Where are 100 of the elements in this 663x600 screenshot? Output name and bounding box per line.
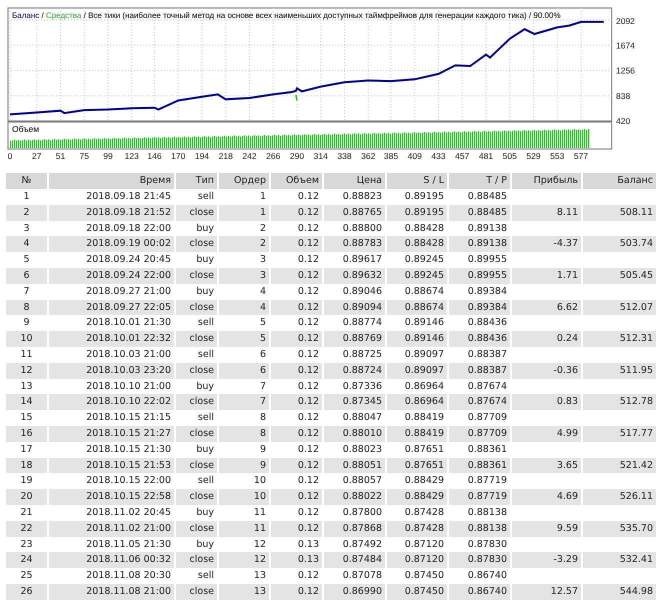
x-tick-label: 27	[32, 151, 42, 161]
table-cell: 0.12	[298, 475, 319, 486]
x-tick-label: 146	[147, 151, 162, 161]
column-header[interactable]: Цена	[323, 173, 386, 189]
column-header[interactable]: Тип	[175, 173, 218, 189]
table-cell: 0.88428	[404, 222, 444, 234]
table-cell: 2018.10.03 23:20	[86, 364, 171, 376]
table-cell: 1	[260, 191, 266, 202]
table-cell: sell	[198, 570, 214, 582]
table-cell: 512.78	[620, 396, 653, 408]
table-cell: 0.89245	[404, 254, 444, 266]
table-cell: 2	[260, 222, 266, 234]
table-cell: 4	[260, 286, 266, 297]
table-cell: 535.70	[620, 522, 653, 534]
table-cell: 0.12	[298, 412, 319, 424]
table-cell: 0.87674	[468, 396, 507, 408]
table-cell: close	[190, 206, 214, 218]
x-tick-label: 0	[8, 151, 12, 161]
table-cell: 0.87709	[468, 412, 507, 424]
table-cell: 521.42	[620, 460, 653, 471]
table-cell: 3	[23, 222, 30, 234]
table-cell: 2018.10.15 21:27	[86, 428, 171, 439]
x-tick-label: 314	[314, 151, 328, 161]
table-cell: 25	[20, 570, 33, 582]
table-cell: 10	[254, 475, 266, 486]
table-cell: 10	[254, 491, 266, 502]
volume-panel-title: Объем	[12, 124, 40, 134]
column-header[interactable]: Объем	[270, 173, 323, 189]
table-cell: 9	[23, 317, 30, 328]
table-cell: buy	[196, 538, 214, 550]
column-header[interactable]: Ордер	[218, 173, 270, 189]
table-cell: close	[190, 333, 214, 344]
table-cell: 8	[260, 428, 266, 439]
table-cell: 0.88387	[468, 348, 507, 360]
table-cell: 2018.10.15 21:15	[86, 412, 171, 424]
table-cell: 0.12	[298, 333, 319, 344]
table-cell: 0.87120	[404, 554, 444, 566]
table-cell: 0.86740	[468, 570, 507, 582]
table-cell: -0.36	[553, 364, 578, 376]
x-tick-label: 553	[550, 151, 564, 161]
table-cell: 0.12	[298, 254, 319, 266]
table-cell: 0.12	[298, 364, 319, 376]
table-cell: 2018.10.03 21:00	[86, 348, 171, 360]
table-cell: 0.89097	[404, 364, 444, 376]
column-header[interactable]: №	[6, 173, 48, 189]
table-cell: sell	[198, 348, 214, 360]
legend-label: Средства	[46, 11, 82, 20]
column-header[interactable]: S / L	[386, 173, 448, 189]
table-cell: 0.12	[298, 317, 319, 328]
table-cell: 0.88429	[404, 475, 444, 486]
y-tick-label: 838	[616, 90, 630, 101]
x-tick-label: 99	[103, 151, 113, 161]
table-cell: 2018.10.15 22:58	[86, 491, 171, 502]
table-cell: 0.88674	[404, 286, 444, 297]
y-tick-label: 1674	[616, 40, 635, 50]
column-header[interactable]: T / P	[448, 173, 511, 189]
table-cell: 0.88361	[468, 444, 507, 455]
column-header[interactable]: Время	[48, 173, 175, 189]
table-cell: 7	[260, 380, 266, 392]
column-header[interactable]: Баланс	[582, 173, 657, 189]
column-header[interactable]: Прибыль	[511, 173, 582, 189]
table-cell: 5	[23, 254, 30, 266]
table-cell: 0.87450	[404, 570, 444, 582]
table-cell: 532.41	[620, 554, 653, 566]
table-cell: 0.89384	[468, 286, 507, 297]
x-tick-label: 266	[266, 151, 280, 161]
table-cell: 0.89245	[404, 270, 444, 281]
table-cell: 1	[23, 191, 30, 202]
table-cell: 9	[260, 444, 266, 455]
table-cell: 2018.09.18 21:52	[86, 206, 171, 218]
table-cell: sell	[198, 475, 214, 486]
table-cell: 9	[260, 460, 266, 471]
table-cell: 1	[260, 206, 266, 218]
y-tick-label: 2092	[616, 16, 635, 26]
table-cell: 4	[260, 302, 266, 313]
table-cell: 0.88436	[468, 333, 507, 344]
table-cell: 11	[254, 522, 266, 534]
table-cell: 0.88057	[342, 475, 382, 486]
table-cell: 0.89384	[468, 302, 507, 313]
table-cell: 508.11	[620, 206, 653, 218]
table-cell: 19	[20, 475, 33, 486]
table-cell: 0.88138	[468, 506, 507, 518]
table-cell: 0.89138	[468, 238, 507, 250]
table-cell: close	[190, 586, 214, 597]
table-cell: 0.87428	[404, 506, 444, 518]
table-cell: 12.57	[550, 586, 578, 597]
legend-label: 90.00%	[533, 11, 561, 20]
table-cell: 0.88765	[342, 206, 382, 218]
table-cell: 0.87651	[404, 444, 444, 455]
table-cell: 0.12	[298, 270, 319, 281]
table-cell: 2018.11.08 20:30	[86, 570, 171, 582]
table-cell: 7	[23, 286, 30, 297]
table-cell: 0.87078	[342, 570, 382, 582]
table-cell: 0.87428	[404, 522, 444, 534]
table-cell: 20	[20, 491, 33, 502]
table-cell: 0.87345	[342, 396, 382, 408]
table-cell: 0.87492	[342, 538, 382, 550]
table-cell: buy	[196, 286, 214, 297]
table-cell: 0.87868	[342, 522, 382, 534]
legend-label: Баланс	[12, 11, 40, 20]
